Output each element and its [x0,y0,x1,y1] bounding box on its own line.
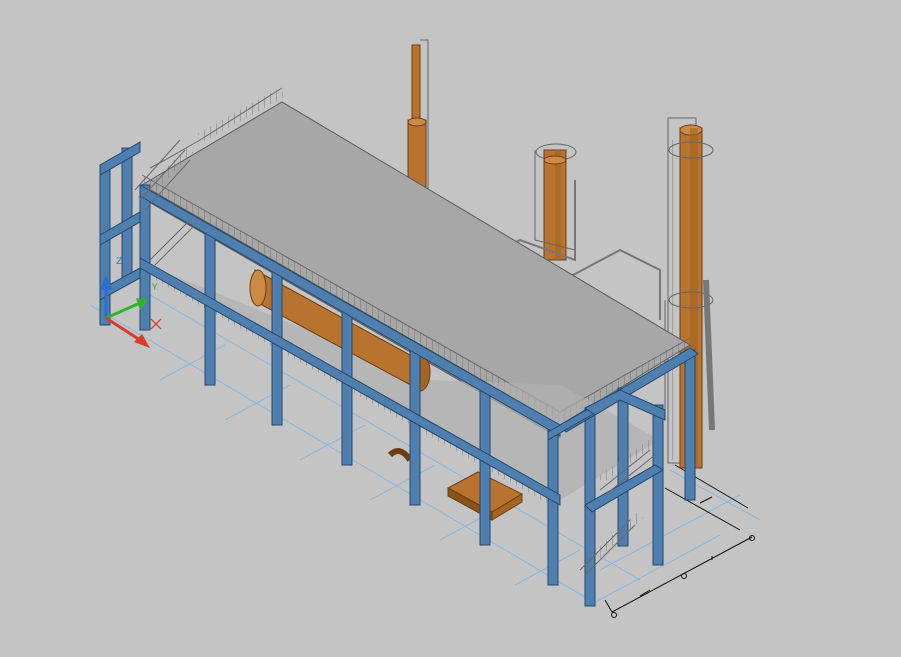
ucs-y-label: Y [151,283,158,293]
cad-viewport[interactable]: Z Y [0,0,901,657]
ucs-z-label: Z [116,257,122,267]
stack-column [407,39,429,191]
cross-marker-icon [150,318,162,330]
column-medium [534,143,577,261]
model-space: Z Y [89,39,761,618]
